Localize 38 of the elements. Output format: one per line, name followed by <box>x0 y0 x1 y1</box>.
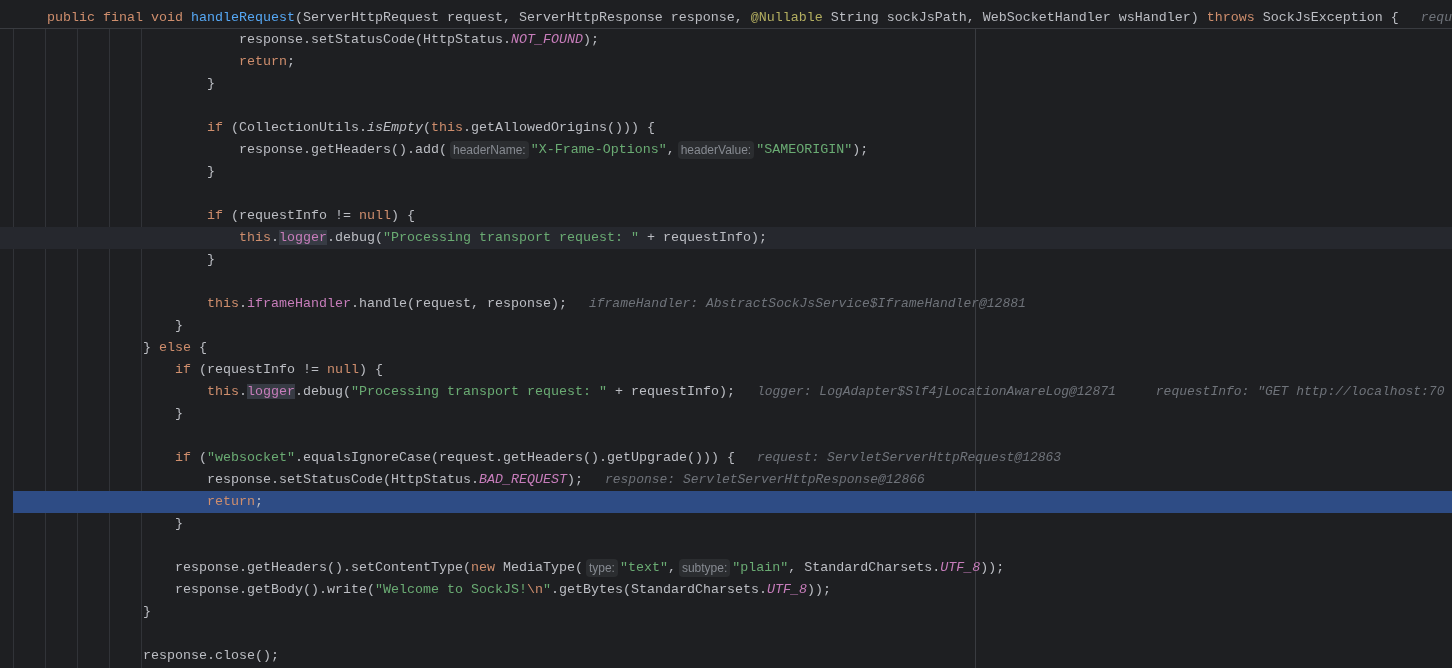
code-text: response.setStatusCode(HttpStatus.NOT_FOUND); <box>239 31 599 49</box>
code-text: } <box>175 405 183 423</box>
code-text: response.close(); <box>143 647 279 665</box>
code-text: if ("websocket".equalsIgnoreCase(request.getHeaders().getUpgrade())) { <box>175 449 735 467</box>
code-text: if (requestInfo != null) { <box>207 207 415 225</box>
code-text: if (CollectionUtils.isEmpty(this.getAllowedOrigins())) { <box>207 119 655 137</box>
code-text: } else { <box>143 339 207 357</box>
code-text: "plain", StandardCharsets.UTF_8)); <box>732 559 1005 577</box>
code-text: } <box>207 163 215 181</box>
code-text: this.iframeHandler.handle(request, response); <box>207 295 567 313</box>
inlay-hint: type: <box>585 559 618 577</box>
debug-value: logger: LogAdapter$Slf4jLocationAwareLog@12871 <box>756 383 1116 401</box>
debug-value: requ <box>1420 9 1452 27</box>
code-text: } <box>175 317 183 335</box>
debug-value: iframeHandler: AbstractSockJsService$IframeHandler@12881 <box>588 295 1026 313</box>
code-text: } <box>175 515 183 533</box>
code-text: this.logger.debug("Processing transport request: " + requestInfo); <box>207 383 735 401</box>
code-text: return; <box>207 493 263 511</box>
debug-value: requestInfo: "GET http://localhost:70 <box>1155 383 1445 401</box>
inlay-hint: headerName: <box>449 141 529 159</box>
code-text: } <box>207 75 215 93</box>
code-text: this.logger.debug("Processing transport request: " + requestInfo); <box>239 229 767 247</box>
code-text: response.getHeaders().add( <box>239 141 447 159</box>
inlay-hint: subtype: <box>678 559 731 577</box>
code-text: "X-Frame-Options", <box>530 141 675 159</box>
code-text: public final void handleRequest(ServerHttpRequest request, ServerHttpResponse response, @Nullable String sockJsPath, WebSocketHandler wsHandler) throws SockJsException { <box>47 9 1399 27</box>
inlay-hint: headerValue: <box>677 141 755 159</box>
code-text: response.getHeaders().setContentType(new MediaType( <box>175 559 583 577</box>
code-text: response.setStatusCode(HttpStatus.BAD_REQUEST); <box>207 471 583 489</box>
debug-value: request: ServletServerHttpRequest@12863 <box>756 449 1062 467</box>
code-text: } <box>143 603 151 621</box>
code-text: if (requestInfo != null) { <box>175 361 383 379</box>
code-text: "text", <box>619 559 676 577</box>
code-text: "SAMEORIGIN"); <box>756 141 869 159</box>
code-text: return; <box>239 53 295 71</box>
code-text: response.getBody().write("Welcome to SockJS!\n".getBytes(StandardCharsets.UTF_8)); <box>175 581 831 599</box>
code-text: } <box>207 251 215 269</box>
debug-value: response: ServletServerHttpResponse@12866 <box>604 471 925 489</box>
